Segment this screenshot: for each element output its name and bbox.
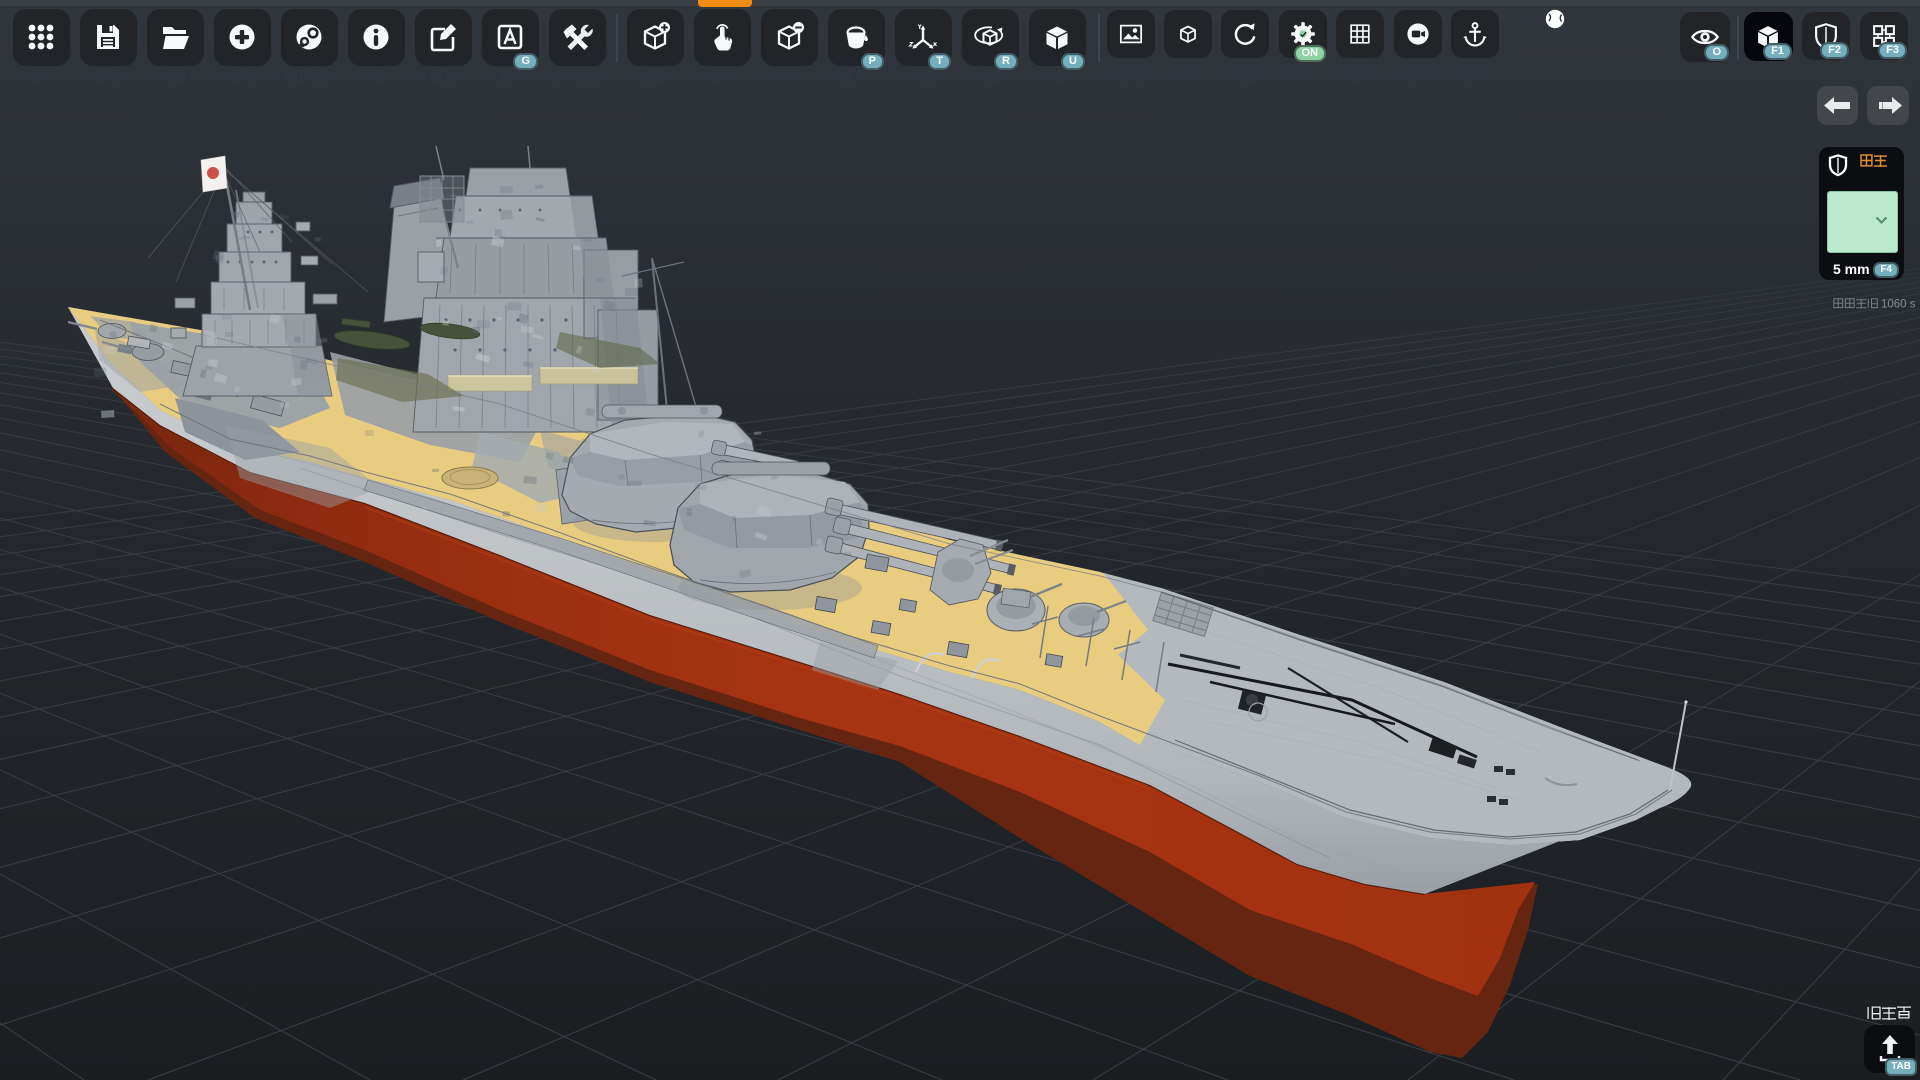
svg-text:1060 s: 1060 s: [1881, 299, 1916, 311]
